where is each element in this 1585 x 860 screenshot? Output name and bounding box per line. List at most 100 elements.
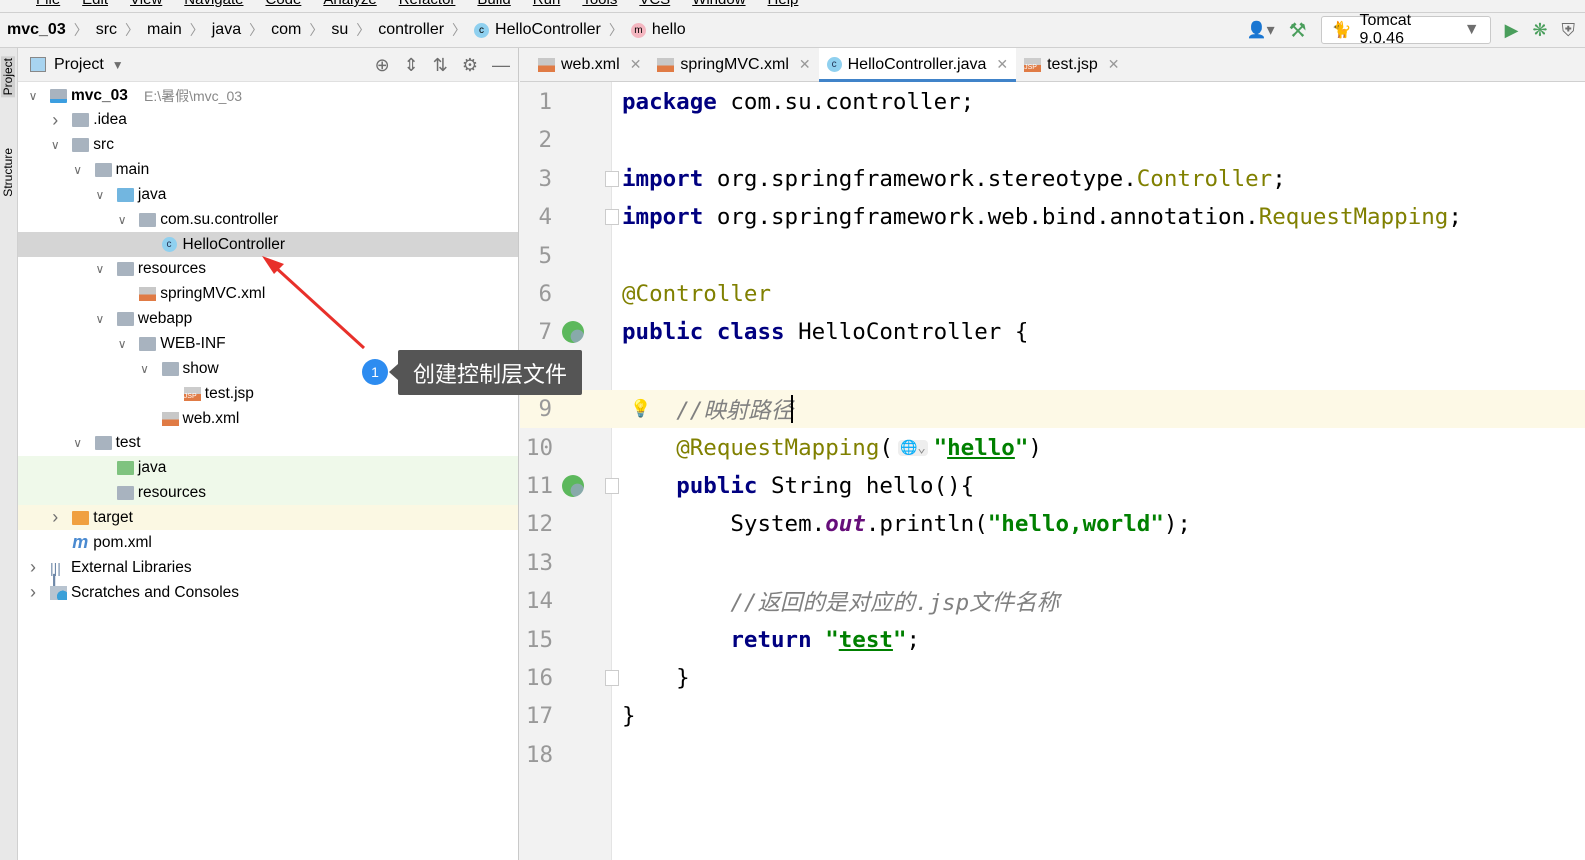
tab-springmvc-xml[interactable]: springMVC.xml ✕ bbox=[649, 48, 818, 81]
code-text: import org.springframework.stereotype.Co… bbox=[622, 166, 1286, 192]
tree-item-label: External Libraries bbox=[71, 558, 192, 576]
tab-test-jsp[interactable]: JSP test.jsp ✕ bbox=[1016, 48, 1127, 81]
editor-tabs: web.xml ✕ springMVC.xml ✕ c HelloController.j… bbox=[520, 48, 1585, 82]
test-res-folder-icon bbox=[116, 486, 134, 501]
code-text: System.out.println("hello,world"); bbox=[622, 511, 1191, 537]
close-icon[interactable]: ✕ bbox=[996, 56, 1008, 73]
line-number: 18 bbox=[526, 741, 554, 768]
close-icon[interactable]: ✕ bbox=[1108, 56, 1120, 73]
breadcrumb-item[interactable]: m hello bbox=[630, 21, 686, 39]
code-line: 16 } bbox=[520, 659, 1585, 697]
tree-item-external-libraries[interactable]: › |||┃ External Libraries bbox=[18, 555, 518, 589]
build-hammer-icon[interactable]: ⚒ bbox=[1289, 18, 1307, 43]
tab-label: springMVC.xml bbox=[680, 55, 789, 73]
menu-item-help[interactable]: Help bbox=[768, 0, 799, 11]
code-line: 13 bbox=[520, 544, 1585, 582]
code-line: 2 bbox=[520, 121, 1585, 159]
tree-item-label: pom.xml bbox=[93, 533, 152, 551]
tree-item-label: test bbox=[115, 434, 141, 452]
tab-label: test.jsp bbox=[1047, 55, 1098, 73]
line-number: 15 bbox=[526, 626, 554, 653]
code-text: return "test"; bbox=[622, 627, 920, 653]
chevron-right-icon[interactable]: › bbox=[27, 557, 39, 578]
code-line: 14 //返回的是对应的.jsp文件名称 bbox=[520, 582, 1585, 620]
text-cursor bbox=[791, 395, 793, 424]
code-text: } bbox=[622, 703, 636, 729]
test-folder-icon bbox=[116, 461, 134, 476]
breadcrumb-label: hello bbox=[651, 21, 686, 38]
code-area[interactable]: 1 package com.su.controller; 2 3 import org.… bbox=[520, 82, 1585, 860]
fold-icon[interactable] bbox=[605, 670, 619, 686]
chevron-down-icon[interactable]: ∨ bbox=[72, 436, 84, 450]
code-token: } bbox=[622, 665, 690, 691]
user-icon[interactable]: 👤▾ bbox=[1247, 20, 1275, 40]
annotation-callout: 创建控制层文件 bbox=[389, 350, 582, 395]
code-token: public bbox=[676, 473, 758, 499]
close-icon[interactable]: ✕ bbox=[799, 56, 811, 73]
tomcat-icon: 🐈 bbox=[1331, 22, 1352, 39]
tree-item-target[interactable]: › target bbox=[18, 505, 518, 531]
chevron-down-icon: ▼ bbox=[1463, 21, 1480, 38]
code-line: 18 bbox=[520, 736, 1585, 774]
close-icon[interactable]: ✕ bbox=[630, 56, 642, 73]
tree-item-scratches-and-consoles[interactable]: › Scratches and Consoles bbox=[18, 580, 518, 605]
tree-item-label: web.xml bbox=[182, 409, 240, 427]
lightbulb-icon[interactable]: 💡 bbox=[630, 399, 651, 419]
coverage-icon[interactable]: ⛨ bbox=[1562, 20, 1576, 41]
fold-icon[interactable] bbox=[605, 170, 619, 187]
code-line: 12 System.out.println("hello,world"); bbox=[520, 505, 1585, 543]
code-line: 1 package com.su.controller; bbox=[520, 83, 1585, 121]
code-token: import bbox=[622, 165, 704, 192]
code-token: ); bbox=[1163, 511, 1191, 538]
code-token: System. bbox=[622, 511, 826, 538]
chevron-right-icon[interactable]: › bbox=[49, 507, 61, 528]
breadcrumb-separator-icon: 〉 bbox=[608, 22, 623, 38]
editor: web.xml ✕ springMVC.xml ✕ c HelloController.j… bbox=[520, 48, 1585, 860]
code-text: public class HelloController { bbox=[622, 319, 1028, 345]
code-token: String hello(){ bbox=[757, 473, 975, 499]
code-text: import org.springframework.web.bind.anno… bbox=[622, 204, 1462, 230]
tab-hellocontroller-java[interactable]: c HelloController.java ✕ bbox=[818, 48, 1017, 82]
fold-icon[interactable] bbox=[605, 478, 619, 494]
code-token: return bbox=[730, 626, 826, 653]
line-number: 9 bbox=[538, 396, 552, 423]
tree-item-web-xml[interactable]: web.xml bbox=[18, 406, 518, 431]
excluded-folder-icon bbox=[72, 510, 90, 525]
tree-item-label: target bbox=[93, 508, 133, 526]
tree-item-java[interactable]: java bbox=[18, 455, 518, 481]
code-text: } bbox=[622, 665, 690, 691]
code-token: package bbox=[622, 89, 717, 115]
fold-icon[interactable] bbox=[605, 209, 619, 226]
code-token: } bbox=[622, 703, 636, 730]
xml-icon bbox=[657, 57, 675, 72]
tree-item-test[interactable]: ∨ test bbox=[18, 431, 518, 456]
chevron-right-icon[interactable]: › bbox=[27, 582, 39, 603]
scratches-icon bbox=[50, 585, 67, 600]
method-icon: m bbox=[630, 22, 646, 38]
code-text: @RequestMapping( "hello") bbox=[622, 435, 1042, 461]
tree-item-label: resources bbox=[137, 484, 206, 502]
code-token: ; bbox=[1272, 165, 1286, 192]
tree-item-label: java bbox=[137, 459, 167, 477]
run-config-label: Tomcat 9.0.46 bbox=[1359, 12, 1412, 47]
menu-item-window[interactable]: Window bbox=[692, 0, 745, 11]
line-number: 11 bbox=[526, 473, 554, 499]
tree-item-pom-xml[interactable]: m pom.xml bbox=[18, 530, 518, 555]
run-config-select[interactable]: 🐈 Tomcat 9.0.46 ▼ bbox=[1320, 12, 1491, 47]
menu-item-vcs[interactable]: VCS bbox=[639, 0, 670, 11]
code-token: " bbox=[825, 626, 839, 653]
tree-item-label: Scratches and Consoles bbox=[71, 583, 240, 601]
code-text: public String hello(){ bbox=[622, 473, 974, 499]
line-number: 17 bbox=[526, 703, 554, 730]
spring-bean-icon[interactable] bbox=[562, 475, 584, 497]
line-number: 12 bbox=[526, 511, 554, 538]
code-token: org.springframework.web.bind.annotation. bbox=[703, 204, 1259, 231]
tree-item-resources[interactable]: resources bbox=[18, 480, 518, 506]
code-token: public class bbox=[622, 319, 785, 346]
run-icon[interactable]: ▶ bbox=[1505, 20, 1519, 41]
debug-icon[interactable]: ❋ bbox=[1532, 20, 1547, 41]
code-token: .println( bbox=[865, 511, 988, 538]
globe-icon[interactable]: 🌐⌄ bbox=[898, 439, 928, 456]
